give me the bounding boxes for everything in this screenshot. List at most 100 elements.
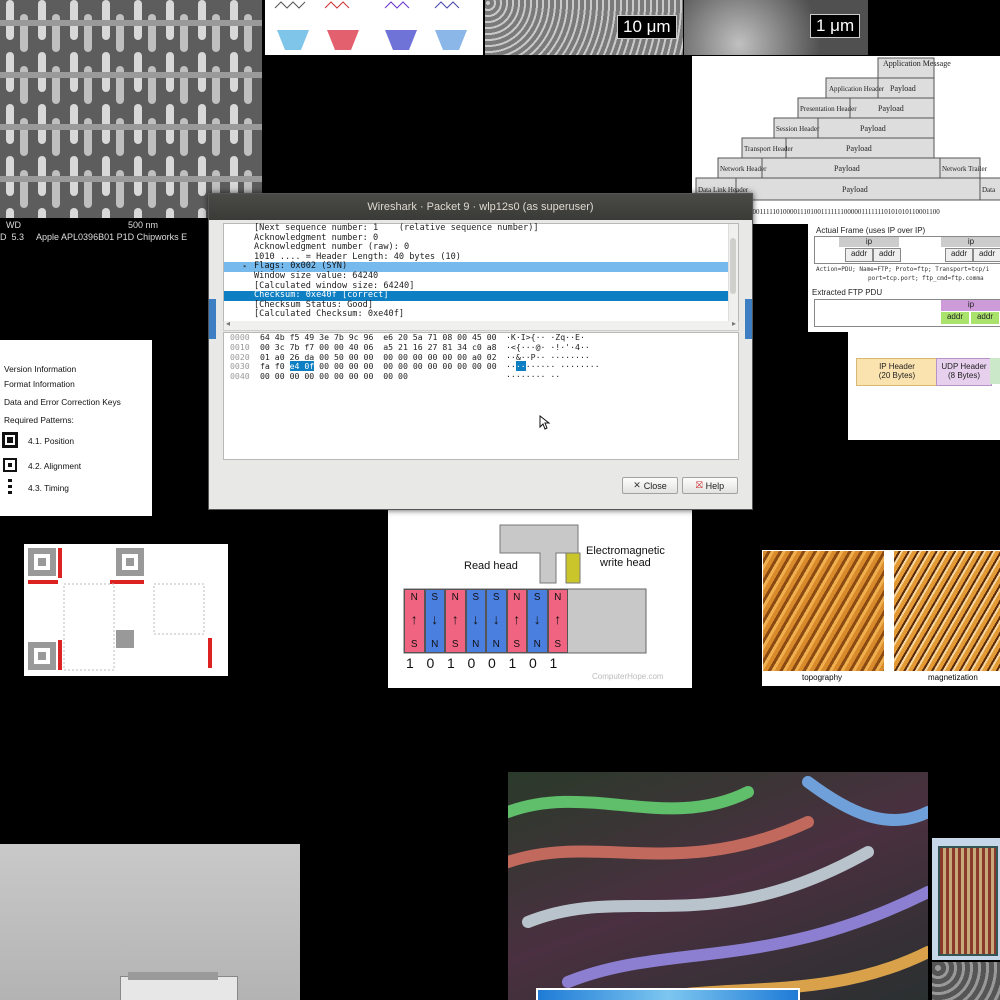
- magnetic-domain: N ↑ S: [506, 589, 527, 653]
- qr-item-42: 4.2. Alignment: [28, 461, 82, 471]
- pole-top-label: N: [554, 592, 562, 603]
- hex-ascii-text: ·K·I>{·· ·Zq··E·: [506, 332, 585, 342]
- hex-ascii-text: ······ ········: [525, 361, 600, 372]
- wave-prism-graphic: [274, 1, 467, 50]
- details-horizontal-scrollbar[interactable]: ◂ ▸: [223, 319, 739, 331]
- pole-bottom-label: N: [472, 639, 480, 650]
- qr-item-1: Version Information: [4, 364, 77, 374]
- osi-app-message: Application Message: [883, 59, 951, 68]
- close-button-label: Close: [643, 480, 667, 491]
- hex-row[interactable]: 0040 00 00 00 00 00 00 00 00 00 00 ·······…: [224, 371, 738, 382]
- frame-addr-3: addr: [945, 248, 973, 262]
- pole-top-label: N: [451, 592, 459, 603]
- mfm-images: topography magnetization: [762, 550, 1000, 686]
- osi-payload-1: Payload: [890, 84, 916, 93]
- pole-bottom-label: S: [554, 639, 562, 650]
- hex-bytes-text: 00 00 00 00 00 00 00 00 00 00 00 00: [314, 361, 497, 372]
- pole-top-label: S: [492, 592, 500, 603]
- wireshark-packet-window[interactable]: Wireshark · Packet 9 · wlp12s0 (as super…: [208, 193, 753, 510]
- hex-ascii-text: ·<{···@· ·!·'·4··: [506, 341, 590, 352]
- hex-bytes-text: 64 4b f5 49 3e 7b 9c 96 e6 20 5a 71 08 0…: [260, 332, 497, 342]
- tree-row-text: Checksum: 0xe40f [correct]: [254, 290, 389, 301]
- help-button-label: Help: [705, 480, 725, 491]
- pole-top-label: S: [533, 592, 541, 603]
- bit-value: 1: [406, 655, 414, 671]
- qr-item-2: Format Information: [4, 379, 75, 389]
- details-scroll-thumb[interactable]: [730, 238, 736, 294]
- qr-item-43: 4.3. Timing: [28, 483, 69, 493]
- sem-chip-pattern: [0, 0, 262, 218]
- frame-addr-4: addr: [973, 248, 1000, 262]
- help-button[interactable]: ⛝ Help: [682, 477, 738, 494]
- bit-value: 0: [426, 655, 435, 671]
- arrow-down-icon: ↓: [533, 611, 541, 627]
- udp-udp-bytes: (8 Bytes): [947, 371, 980, 380]
- osi-network-header: Network Header: [720, 165, 767, 173]
- osi-pres-header: Presentation Header: [800, 105, 857, 113]
- scroll-right-arrow-icon[interactable]: ▸: [732, 319, 736, 328]
- pole-bottom-label: N: [533, 639, 541, 650]
- osi-payload-5: Payload: [834, 164, 860, 173]
- frame-addr-1: addr: [845, 248, 873, 262]
- packet-details-tree[interactable]: [Next sequence number: 1 (relative seque…: [223, 223, 739, 323]
- frame-desc-2: port=tcp.port; ftp_cmd=ftp.comma: [868, 275, 984, 282]
- hex-bytes-highlight: e4 0f: [289, 361, 315, 372]
- details-vertical-scrollbar[interactable]: [728, 224, 738, 322]
- grey-texture: [932, 962, 1000, 1000]
- osi-network-trailer: Network Trailer: [942, 165, 988, 173]
- hdd-read-label: Read head: [464, 560, 518, 572]
- die-pattern: [938, 846, 998, 956]
- tree-row-text: Acknowledgment number (raw): 0: [254, 242, 410, 253]
- window-titlebar[interactable]: Wireshark · Packet 9 · wlp12s0 (as super…: [209, 194, 752, 220]
- pole-bottom-label: S: [410, 639, 418, 650]
- tree-row-text: [Calculated window size: 64240]: [254, 280, 415, 291]
- qr-map-graphic: [28, 548, 212, 671]
- arrow-down-icon: ↓: [431, 611, 439, 627]
- scroll-left-arrow-icon[interactable]: ◂: [226, 319, 230, 328]
- hex-offset: 0040: [230, 371, 250, 382]
- osi-payload-4: Payload: [846, 144, 872, 153]
- bit-value: 0: [529, 655, 537, 671]
- packet-bytes-pane[interactable]: 0000 64 4b f5 49 3e 7b 9c 96 e6 20 5a 71 …: [223, 332, 739, 460]
- hdd-write-label-2: write head: [600, 557, 651, 569]
- scale-label-10um: 10 μm: [617, 15, 677, 39]
- die-photo: [932, 838, 1000, 960]
- pole-top-label: N: [410, 592, 418, 603]
- close-icon: ✕: [633, 480, 641, 490]
- arrow-up-icon: ↑: [554, 611, 562, 627]
- bit-value: 1: [508, 655, 517, 671]
- udp-udp-header: UDP Header: [941, 362, 987, 371]
- tree-row-text: Window size value: 64240: [254, 270, 379, 281]
- close-button[interactable]: ✕ Close: [622, 477, 678, 494]
- magnetic-domain: N ↑ S: [445, 589, 466, 653]
- sem-caption-chip: D 5.3 Apple APL0396B01 P1D Chipworks E: [0, 232, 188, 242]
- frame-addr-5: addr: [941, 312, 969, 324]
- expand-arrow-icon[interactable]: ▸: [243, 262, 247, 272]
- arrow-up-icon: ↑: [451, 611, 459, 627]
- qr-item-41: 4.1. Position: [28, 436, 75, 446]
- mfm-topography-label: topography: [802, 673, 843, 682]
- arrow-up-icon: ↑: [410, 611, 418, 627]
- hdd-write-label-1: Electromagnetic: [586, 545, 665, 557]
- udp-header-diagram: IP Header (20 Bytes) UDP Header (8 Bytes…: [848, 332, 1000, 440]
- osi-data-trailer: Data: [982, 186, 996, 194]
- bit-value: 0: [467, 655, 476, 671]
- window-title: Wireshark · Packet 9 · wlp12s0 (as super…: [367, 201, 594, 213]
- tree-row-text: Flags: 0x002 (SYN): [254, 261, 348, 272]
- pole-top-label: S: [431, 592, 439, 603]
- magnetic-domain: S ↓ N: [424, 589, 445, 653]
- qr-alignment-icon: [3, 458, 17, 472]
- magnetic-domain: N ↑ S: [547, 589, 568, 653]
- sem-1um-image: 1 μm: [684, 0, 868, 55]
- hex-bytes[interactable]: 00 00 00 00 00 00 00 00 00 00: [260, 371, 408, 382]
- hex-ascii[interactable]: ········ ··: [506, 371, 560, 382]
- magnetic-domain: N ↑ S: [404, 589, 425, 653]
- osi-app-header: Application Header: [829, 85, 885, 93]
- hdd-head-diagram: Hard drive read/write head Read head Ele…: [388, 497, 692, 688]
- sem-caption-wd: WD: [6, 220, 21, 230]
- frame-ip-1: ip: [839, 237, 899, 247]
- hex-ascii-text: ··&··P·· ········: [506, 351, 590, 362]
- colored-sem-traces: [508, 772, 928, 1000]
- help-icon: ⛝: [695, 480, 703, 490]
- tree-row[interactable]: [Calculated Checksum: 0xe40f]: [224, 310, 738, 320]
